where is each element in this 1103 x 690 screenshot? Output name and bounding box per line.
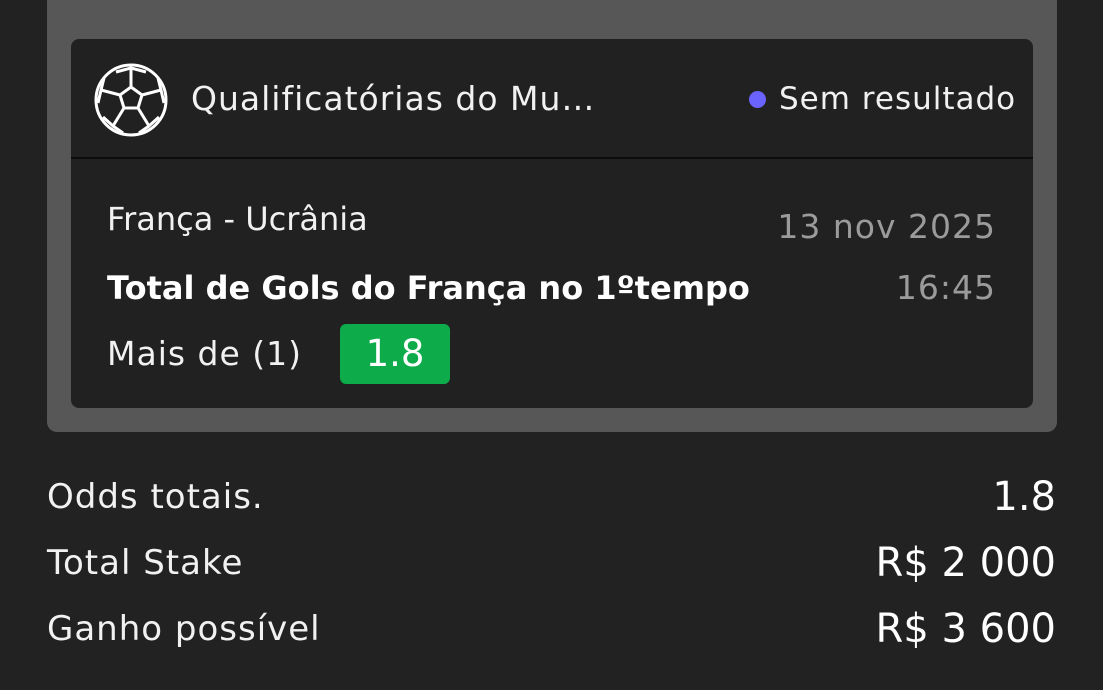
total-odds-label: Odds totais. bbox=[47, 477, 264, 517]
status-label: Sem resultado bbox=[779, 81, 1017, 117]
soccer-ball-icon bbox=[94, 63, 168, 137]
possible-win-label: Ganho possível bbox=[47, 609, 321, 649]
match-time: 16:45 bbox=[895, 268, 996, 307]
match-date: 13 nov 2025 bbox=[777, 207, 996, 246]
total-stake-value: R$ 2 000 bbox=[875, 540, 1056, 586]
bet-slip-panel: Qualificatórias do Mundial de… Sem resul… bbox=[47, 0, 1057, 432]
possible-win-value: R$ 3 600 bbox=[875, 606, 1056, 652]
total-odds-value: 1.8 bbox=[992, 474, 1056, 520]
market-name: Total de Gols do França no 1ºtempo bbox=[107, 269, 750, 307]
bet-card[interactable]: Qualificatórias do Mundial de… Sem resul… bbox=[71, 39, 1033, 408]
odds-badge: 1.8 bbox=[340, 324, 450, 384]
match-name: França - Ucrânia bbox=[107, 200, 368, 238]
total-stake-label: Total Stake bbox=[47, 543, 244, 583]
summary-row-odds: Odds totais. 1.8 bbox=[47, 472, 1056, 522]
league-name: Qualificatórias do Mundial de… bbox=[191, 79, 606, 118]
summary-row-win: Ganho possível R$ 3 600 bbox=[47, 604, 1056, 654]
summary-row-stake: Total Stake R$ 2 000 bbox=[47, 538, 1056, 588]
status-dot-icon bbox=[749, 90, 766, 108]
bet-status: Sem resultado bbox=[749, 77, 1016, 121]
selection-label: Mais de (1) bbox=[107, 334, 303, 373]
bet-card-header: Qualificatórias do Mundial de… Sem resul… bbox=[71, 39, 1033, 159]
